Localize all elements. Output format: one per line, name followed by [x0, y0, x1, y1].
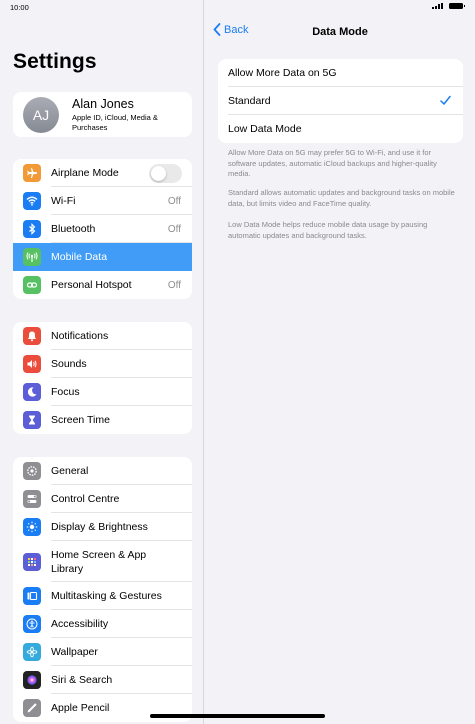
sidebar-item-label: General: [51, 465, 89, 477]
sidebar-item-label: Screen Time: [51, 414, 110, 426]
sidebar-item-label: Personal Hotspot: [51, 279, 132, 291]
sidebar-item-bluetooth[interactable]: Bluetooth Off: [13, 215, 192, 243]
sidebar-item-label: Sounds: [51, 358, 87, 370]
bluetooth-icon: [23, 220, 41, 238]
sidebar-item-label: Airplane Mode: [51, 167, 119, 179]
apple-id-card[interactable]: AJ Alan Jones Apple ID, iCloud, Media & …: [13, 92, 192, 137]
option-label: Standard: [228, 95, 271, 107]
profile-name: Alan Jones: [72, 97, 134, 111]
sidebar-item-airplane-mode[interactable]: Airplane Mode: [13, 159, 192, 187]
page-title: Settings: [13, 50, 97, 73]
footnote-low-data: Low Data Mode helps reduce mobile data u…: [228, 220, 428, 240]
nav-bar: Back Data Mode: [205, 20, 475, 44]
sidebar-item-wallpaper[interactable]: Wallpaper: [13, 638, 192, 666]
footnote-5g: Allow More Data on 5G may prefer 5G to W…: [228, 148, 437, 178]
status-time: 10:00: [10, 3, 29, 12]
data-mode-options: Allow More Data on 5G Standard Low Data …: [218, 59, 463, 143]
sidebar-item-label: Wi-Fi: [51, 195, 76, 207]
general-group: General Control Centre Display & Brightn…: [13, 457, 192, 722]
sidebar-item-personal-hotspot[interactable]: Personal Hotspot Off: [13, 271, 192, 299]
flower-icon: [23, 643, 41, 661]
sidebar-item-focus[interactable]: Focus: [13, 378, 192, 406]
option-allow-more-data-5g[interactable]: Allow More Data on 5G: [218, 59, 463, 87]
home-indicator[interactable]: [150, 714, 325, 718]
sidebar-item-label: Notifications: [51, 330, 109, 342]
sidebar-item-label: Display & Brightness: [51, 521, 148, 533]
sidebar-item-control-centre[interactable]: Control Centre: [13, 485, 192, 513]
bell-icon: [23, 327, 41, 345]
checkmark-icon: [440, 95, 451, 105]
moon-icon: [23, 383, 41, 401]
sidebar-item-siri-search[interactable]: Siri & Search: [13, 666, 192, 694]
sidebar-item-label: Apple Pencil: [51, 702, 110, 714]
status-icons: [432, 3, 465, 9]
footnote-standard: Standard allows automatic updates and ba…: [228, 188, 455, 208]
profile-subtitle: Apple ID, iCloud, Media & Purchases: [72, 113, 158, 132]
sidebar-item-sounds[interactable]: Sounds: [13, 350, 192, 378]
switches-icon: [23, 490, 41, 508]
hotspot-icon: [23, 276, 41, 294]
bluetooth-status: Off: [167, 224, 181, 235]
sidebar-item-screen-time[interactable]: Screen Time: [13, 406, 192, 434]
sidebar-item-label: Home Screen & App Library: [51, 549, 147, 575]
nav-title: Data Mode: [312, 26, 368, 38]
accessibility-icon: [23, 615, 41, 633]
multitask-icon: [23, 587, 41, 605]
sidebar-item-display-brightness[interactable]: Display & Brightness: [13, 513, 192, 541]
status-bar: 10:00: [0, 0, 475, 16]
speaker-icon: [23, 355, 41, 373]
sidebar-item-wifi[interactable]: Wi-Fi Off: [13, 187, 192, 215]
hotspot-status: Off: [167, 280, 181, 291]
sidebar-item-label: Bluetooth: [51, 223, 96, 235]
notifications-group: Notifications Sounds Focus Screen Time: [13, 322, 192, 434]
sidebar-item-multitasking[interactable]: Multitasking & Gestures: [13, 582, 192, 610]
wifi-icon: [23, 192, 41, 210]
antenna-icon: [23, 248, 41, 266]
sidebar-item-label: Wallpaper: [51, 646, 98, 658]
hourglass-icon: [23, 411, 41, 429]
sidebar-item-label: Accessibility: [51, 618, 109, 630]
avatar: AJ: [23, 97, 59, 133]
airplane-icon: [23, 164, 41, 182]
gear-icon: [23, 462, 41, 480]
sidebar-item-label: Siri & Search: [51, 674, 113, 686]
battery-icon: [449, 3, 465, 9]
airplane-mode-toggle[interactable]: [149, 164, 182, 183]
grid-icon: [23, 552, 41, 571]
sun-icon: [23, 518, 41, 536]
option-label: Low Data Mode: [228, 123, 302, 135]
connectivity-group: Airplane Mode Wi-Fi Off Bluetooth Off Mo…: [13, 159, 192, 299]
option-label: Allow More Data on 5G: [228, 67, 337, 79]
sidebar-item-general[interactable]: General: [13, 457, 192, 485]
sidebar-item-mobile-data[interactable]: Mobile Data: [13, 243, 192, 271]
sidebar-item-label: Focus: [51, 386, 80, 398]
sidebar-item-label: Mobile Data: [51, 251, 108, 263]
detail-pane: Back Data Mode Allow More Data on 5G Sta…: [205, 0, 475, 724]
sidebar-item-notifications[interactable]: Notifications: [13, 322, 192, 350]
sidebar-item-label: Multitasking & Gestures: [51, 590, 162, 602]
sidebar-item-accessibility[interactable]: Accessibility: [13, 610, 192, 638]
siri-icon: [23, 671, 41, 689]
sidebar-item-label: Control Centre: [51, 493, 120, 505]
wifi-status: Off: [167, 196, 181, 207]
option-low-data-mode[interactable]: Low Data Mode: [218, 115, 463, 143]
pencil-icon: [23, 699, 41, 717]
toggle-knob: [151, 166, 166, 181]
sidebar-item-home-screen[interactable]: Home Screen & App Library: [13, 541, 192, 582]
signal-icon: [432, 3, 443, 9]
option-standard[interactable]: Standard: [218, 87, 463, 115]
sidebar: Settings AJ Alan Jones Apple ID, iCloud,…: [0, 0, 204, 724]
